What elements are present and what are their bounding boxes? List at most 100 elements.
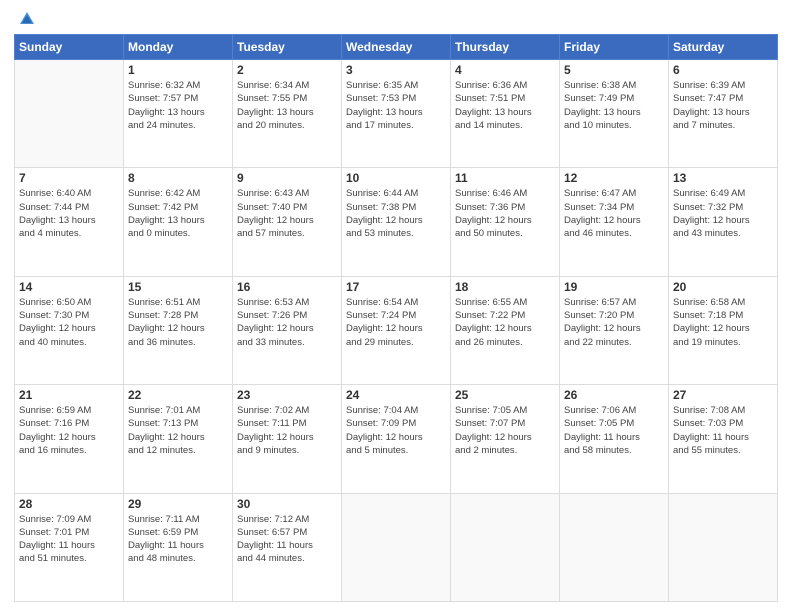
calendar-cell: 12 Sunrise: 6:47 AMSunset: 7:34 PMDayligh… (560, 168, 669, 276)
calendar-cell: 15 Sunrise: 6:51 AMSunset: 7:28 PMDayligh… (124, 276, 233, 384)
day-info: Sunrise: 7:11 AMSunset: 6:59 PMDaylight:… (128, 513, 228, 566)
day-info: Sunrise: 6:46 AMSunset: 7:36 PMDaylight:… (455, 187, 555, 240)
calendar-cell: 5 Sunrise: 6:38 AMSunset: 7:49 PMDaylight… (560, 60, 669, 168)
day-number: 14 (19, 280, 119, 294)
day-number: 12 (564, 171, 664, 185)
calendar-cell (560, 493, 669, 601)
day-info: Sunrise: 6:51 AMSunset: 7:28 PMDaylight:… (128, 296, 228, 349)
calendar-cell: 22 Sunrise: 7:01 AMSunset: 7:13 PMDayligh… (124, 385, 233, 493)
calendar-cell: 13 Sunrise: 6:49 AMSunset: 7:32 PMDayligh… (669, 168, 778, 276)
day-number: 15 (128, 280, 228, 294)
day-info: Sunrise: 6:36 AMSunset: 7:51 PMDaylight:… (455, 79, 555, 132)
day-info: Sunrise: 6:59 AMSunset: 7:16 PMDaylight:… (19, 404, 119, 457)
day-number: 3 (346, 63, 446, 77)
day-number: 4 (455, 63, 555, 77)
day-info: Sunrise: 6:32 AMSunset: 7:57 PMDaylight:… (128, 79, 228, 132)
calendar-week-row: 28Sunrise: 7:09 AMSunset: 7:01 PMDayligh… (15, 493, 778, 601)
day-info: Sunrise: 7:02 AMSunset: 7:11 PMDaylight:… (237, 404, 337, 457)
weekday-header: Wednesday (342, 35, 451, 60)
day-info: Sunrise: 6:54 AMSunset: 7:24 PMDaylight:… (346, 296, 446, 349)
calendar-cell (669, 493, 778, 601)
day-number: 17 (346, 280, 446, 294)
day-number: 1 (128, 63, 228, 77)
day-info: Sunrise: 6:34 AMSunset: 7:55 PMDaylight:… (237, 79, 337, 132)
calendar-cell: 1 Sunrise: 6:32 AMSunset: 7:57 PMDaylight… (124, 60, 233, 168)
day-number: 5 (564, 63, 664, 77)
calendar-cell: 7 Sunrise: 6:40 AMSunset: 7:44 PMDaylight… (15, 168, 124, 276)
day-number: 11 (455, 171, 555, 185)
calendar-cell: 18Sunrise: 6:55 AMSunset: 7:22 PMDayligh… (451, 276, 560, 384)
calendar-cell (342, 493, 451, 601)
calendar-week-row: 7 Sunrise: 6:40 AMSunset: 7:44 PMDaylight… (15, 168, 778, 276)
day-number: 19 (564, 280, 664, 294)
day-info: Sunrise: 6:40 AMSunset: 7:44 PMDaylight:… (19, 187, 119, 240)
page: SundayMondayTuesdayWednesdayThursdayFrid… (0, 0, 792, 612)
day-number: 6 (673, 63, 773, 77)
calendar-week-row: 21 Sunrise: 6:59 AMSunset: 7:16 PMDayligh… (15, 385, 778, 493)
day-number: 22 (128, 388, 228, 402)
weekday-header: Saturday (669, 35, 778, 60)
day-info: Sunrise: 6:50 AMSunset: 7:30 PMDaylight:… (19, 296, 119, 349)
day-info: Sunrise: 6:49 AMSunset: 7:32 PMDaylight:… (673, 187, 773, 240)
calendar-week-row: 14 Sunrise: 6:50 AMSunset: 7:30 PMDayligh… (15, 276, 778, 384)
weekday-header: Monday (124, 35, 233, 60)
day-info: Sunrise: 7:05 AMSunset: 7:07 PMDaylight:… (455, 404, 555, 457)
day-number: 9 (237, 171, 337, 185)
day-info: Sunrise: 6:39 AMSunset: 7:47 PMDaylight:… (673, 79, 773, 132)
calendar-cell: 21 Sunrise: 6:59 AMSunset: 7:16 PMDayligh… (15, 385, 124, 493)
calendar-cell: 14 Sunrise: 6:50 AMSunset: 7:30 PMDayligh… (15, 276, 124, 384)
day-info: Sunrise: 7:08 AMSunset: 7:03 PMDaylight:… (673, 404, 773, 457)
day-number: 13 (673, 171, 773, 185)
day-number: 10 (346, 171, 446, 185)
calendar-cell: 29 Sunrise: 7:11 AMSunset: 6:59 PMDayligh… (124, 493, 233, 601)
day-info: Sunrise: 6:55 AMSunset: 7:22 PMDaylight:… (455, 296, 555, 349)
day-number: 21 (19, 388, 119, 402)
calendar-cell: 17 Sunrise: 6:54 AMSunset: 7:24 PMDayligh… (342, 276, 451, 384)
calendar-cell: 27Sunrise: 7:08 AMSunset: 7:03 PMDayligh… (669, 385, 778, 493)
day-info: Sunrise: 6:53 AMSunset: 7:26 PMDaylight:… (237, 296, 337, 349)
day-info: Sunrise: 6:42 AMSunset: 7:42 PMDaylight:… (128, 187, 228, 240)
day-info: Sunrise: 7:01 AMSunset: 7:13 PMDaylight:… (128, 404, 228, 457)
day-number: 26 (564, 388, 664, 402)
day-info: Sunrise: 6:35 AMSunset: 7:53 PMDaylight:… (346, 79, 446, 132)
day-info: Sunrise: 6:58 AMSunset: 7:18 PMDaylight:… (673, 296, 773, 349)
calendar-cell: 11 Sunrise: 6:46 AMSunset: 7:36 PMDayligh… (451, 168, 560, 276)
calendar-cell: 19 Sunrise: 6:57 AMSunset: 7:20 PMDayligh… (560, 276, 669, 384)
calendar-cell: 23 Sunrise: 7:02 AMSunset: 7:11 PMDayligh… (233, 385, 342, 493)
calendar-table: SundayMondayTuesdayWednesdayThursdayFrid… (14, 34, 778, 602)
day-number: 7 (19, 171, 119, 185)
day-number: 25 (455, 388, 555, 402)
logo (14, 10, 36, 28)
calendar-cell: 2 Sunrise: 6:34 AMSunset: 7:55 PMDaylight… (233, 60, 342, 168)
weekday-header-row: SundayMondayTuesdayWednesdayThursdayFrid… (15, 35, 778, 60)
calendar-cell: 24 Sunrise: 7:04 AMSunset: 7:09 PMDayligh… (342, 385, 451, 493)
weekday-header: Friday (560, 35, 669, 60)
day-number: 16 (237, 280, 337, 294)
calendar-cell (15, 60, 124, 168)
weekday-header: Tuesday (233, 35, 342, 60)
day-number: 2 (237, 63, 337, 77)
day-info: Sunrise: 7:06 AMSunset: 7:05 PMDaylight:… (564, 404, 664, 457)
calendar-cell: 10Sunrise: 6:44 AMSunset: 7:38 PMDayligh… (342, 168, 451, 276)
day-info: Sunrise: 6:38 AMSunset: 7:49 PMDaylight:… (564, 79, 664, 132)
calendar-cell: 6 Sunrise: 6:39 AMSunset: 7:47 PMDaylight… (669, 60, 778, 168)
calendar-cell: 16 Sunrise: 6:53 AMSunset: 7:26 PMDayligh… (233, 276, 342, 384)
day-info: Sunrise: 6:57 AMSunset: 7:20 PMDaylight:… (564, 296, 664, 349)
day-info: Sunrise: 6:47 AMSunset: 7:34 PMDaylight:… (564, 187, 664, 240)
calendar-week-row: 1 Sunrise: 6:32 AMSunset: 7:57 PMDaylight… (15, 60, 778, 168)
calendar-cell (451, 493, 560, 601)
day-number: 29 (128, 497, 228, 511)
calendar-cell: 9 Sunrise: 6:43 AMSunset: 7:40 PMDaylight… (233, 168, 342, 276)
day-info: Sunrise: 7:09 AMSunset: 7:01 PMDaylight:… (19, 513, 119, 566)
day-number: 24 (346, 388, 446, 402)
calendar-cell: 30Sunrise: 7:12 AMSunset: 6:57 PMDayligh… (233, 493, 342, 601)
calendar-cell: 4 Sunrise: 6:36 AMSunset: 7:51 PMDaylight… (451, 60, 560, 168)
day-number: 8 (128, 171, 228, 185)
weekday-header: Sunday (15, 35, 124, 60)
day-info: Sunrise: 6:43 AMSunset: 7:40 PMDaylight:… (237, 187, 337, 240)
day-number: 23 (237, 388, 337, 402)
day-info: Sunrise: 7:04 AMSunset: 7:09 PMDaylight:… (346, 404, 446, 457)
calendar-cell: 8 Sunrise: 6:42 AMSunset: 7:42 PMDaylight… (124, 168, 233, 276)
logo-icon (18, 10, 36, 28)
calendar-cell: 3 Sunrise: 6:35 AMSunset: 7:53 PMDaylight… (342, 60, 451, 168)
